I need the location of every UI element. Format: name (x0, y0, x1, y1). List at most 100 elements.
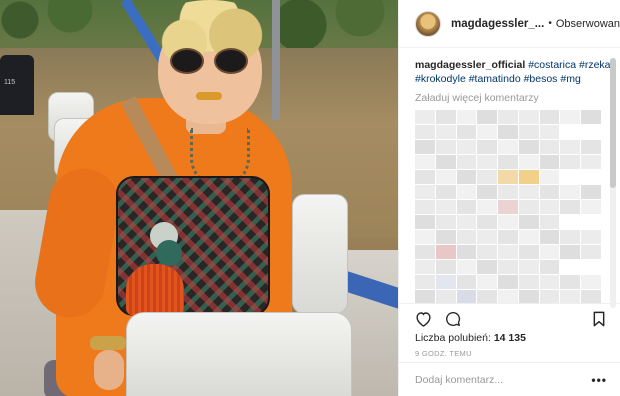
blurred-comment-pixel (581, 230, 601, 244)
likes-count[interactable]: Liczba polubień: 14 135 (415, 332, 526, 344)
blurred-comment-pixel (539, 215, 560, 229)
blurred-comment-pixel (435, 275, 456, 289)
hashtag-link[interactable]: #costarica (528, 59, 576, 71)
scrollbar-thumb[interactable] (610, 58, 616, 188)
blurred-comment-pixel (456, 110, 477, 124)
blurred-comment-pixel (456, 230, 477, 244)
blurred-comment-pixel (560, 170, 581, 184)
blurred-comment-pixel (477, 140, 498, 154)
blurred-comment-pixel (560, 230, 581, 244)
follow-button[interactable]: Obserwowanie (556, 18, 620, 30)
post-photo[interactable]: 115 (0, 0, 398, 396)
blurred-comment-pixel (560, 110, 581, 124)
blurred-comment-pixel (539, 125, 560, 139)
hashtag-link[interactable]: #besos (524, 73, 558, 85)
blurred-comment-pixel (518, 290, 539, 304)
blurred-comment-pixel (539, 290, 560, 304)
blurred-comment-pixel (498, 185, 518, 199)
photo-seat (292, 194, 348, 314)
blurred-comment-pixel (435, 110, 456, 124)
blurred-comment-pixel (498, 170, 518, 184)
add-comment-bar: ••• (399, 362, 620, 396)
blurred-comment-pixel (539, 245, 560, 259)
blurred-comment-pixel (539, 260, 560, 274)
caption-username[interactable]: magdagessler_official (415, 59, 525, 71)
blurred-comment-pixel (498, 200, 518, 214)
comments-section: magdagessler_official #costarica #rzeka … (415, 58, 611, 310)
blurred-comment-pixel (456, 275, 477, 289)
blurred-comment-pixel (415, 140, 435, 154)
likes-label: Liczba polubień: (415, 332, 491, 344)
blurred-comment-pixel (415, 275, 435, 289)
blurred-comment-pixel (498, 275, 518, 289)
blurred-comment-pixel (456, 140, 477, 154)
blurred-comment-pixel (539, 185, 560, 199)
blurred-comment-pixel (581, 215, 601, 229)
hashtag-link[interactable]: #tamatindo (469, 73, 521, 85)
pixelated-comments (415, 110, 601, 306)
photo-pompom (156, 240, 182, 266)
load-more-comments-link[interactable]: Załaduj więcej komentarzy (415, 92, 611, 104)
blurred-comment-pixel (539, 140, 560, 154)
blurred-comment-pixel (456, 185, 477, 199)
hashtag-link[interactable]: #mg (560, 73, 580, 85)
blurred-comment-pixel (477, 275, 498, 289)
blurred-comment-pixel (477, 230, 498, 244)
blurred-comment-pixel (415, 230, 435, 244)
blurred-comment-pixel (518, 230, 539, 244)
blurred-comment-pixel (498, 125, 518, 139)
hashtag-link[interactable]: #rzeka (579, 59, 611, 71)
bookmark-icon[interactable] (589, 309, 609, 329)
blurred-comment-pixel (415, 170, 435, 184)
blurred-comment-pixel (581, 170, 601, 184)
blurred-comment-pixel (415, 215, 435, 229)
instagram-post: 115 magdagessler_... • Obserwowanie (0, 0, 620, 396)
blurred-comment-pixel (560, 125, 581, 139)
blurred-comment-pixel (435, 290, 456, 304)
blurred-comment-pixel (518, 110, 539, 124)
comment-bubble-icon[interactable] (443, 309, 463, 329)
blurred-comment-pixel (435, 260, 456, 274)
blurred-comment-pixel (435, 200, 456, 214)
blurred-comment-pixel (415, 155, 435, 169)
header-username[interactable]: magdagessler_... (451, 18, 544, 30)
blurred-comment-pixel (560, 200, 581, 214)
blurred-comment-pixel (456, 290, 477, 304)
blurred-comment-pixel (581, 185, 601, 199)
user-avatar[interactable] (415, 10, 441, 37)
blurred-comment-pixel (498, 215, 518, 229)
more-options-icon[interactable]: ••• (591, 373, 607, 387)
blurred-comment-pixel (560, 215, 581, 229)
photo-boat-motor: 115 (0, 55, 34, 115)
blurred-comment-pixel (581, 200, 601, 214)
heart-icon[interactable] (413, 309, 433, 329)
blurred-comment-pixel (518, 185, 539, 199)
hashtag-link[interactable]: #krokodyle (415, 73, 466, 85)
blurred-comment-pixel (435, 215, 456, 229)
blurred-comment-pixel (456, 200, 477, 214)
blurred-comment-pixel (518, 275, 539, 289)
post-header: magdagessler_... • Obserwowanie (399, 0, 620, 48)
blurred-comment-pixel (518, 260, 539, 274)
blurred-comment-pixel (560, 275, 581, 289)
blurred-comment-pixel (560, 260, 581, 274)
blurred-comment-pixel (415, 125, 435, 139)
photo-seat-front (126, 312, 352, 396)
blurred-comment-pixel (498, 110, 518, 124)
blurred-comment-pixel (518, 200, 539, 214)
blurred-comment-pixel (498, 140, 518, 154)
blurred-comment-pixel (539, 230, 560, 244)
blurred-comment-pixel (581, 245, 601, 259)
comment-input[interactable] (415, 373, 592, 386)
blurred-comment-pixel (518, 140, 539, 154)
blurred-comment-pixel (539, 155, 560, 169)
blurred-comment-pixel (415, 260, 435, 274)
blurred-comment-pixel (498, 245, 518, 259)
photo-grey-pole (272, 0, 280, 120)
comments-scrollbar[interactable] (610, 58, 616, 308)
blurred-comment-pixel (435, 245, 456, 259)
blurred-comment-pixel (435, 140, 456, 154)
post-caption: magdagessler_official #costarica #rzeka … (415, 58, 611, 86)
blurred-comment-pixel (581, 290, 601, 304)
post-timestamp[interactable]: 9 GODZ. TEMU (415, 349, 472, 358)
